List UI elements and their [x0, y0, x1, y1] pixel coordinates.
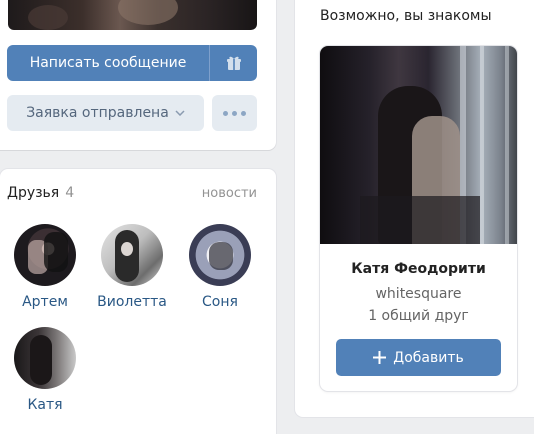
chevron-down-icon	[175, 110, 185, 116]
friends-heading[interactable]: Друзья 4	[7, 185, 74, 201]
gift-icon	[226, 56, 241, 70]
suggestions-title: Возможно, вы знакомы	[320, 8, 492, 24]
more-actions-button[interactable]	[212, 95, 257, 131]
friends-card: Друзья 4 новости Артем Виолетта Соня Катя	[0, 169, 276, 434]
friend-request-sent-button[interactable]: Заявка отправлена	[7, 95, 204, 131]
avatar	[14, 327, 76, 389]
avatar	[14, 224, 76, 286]
send-message-button[interactable]: Написать сообщение	[7, 45, 209, 81]
mutual-friends-count[interactable]: 1 общий друг	[320, 308, 517, 324]
suggested-friend-card: Катя Феодорити whitesquare 1 общий друг …	[320, 46, 517, 391]
avatar	[101, 224, 163, 286]
gift-button[interactable]	[209, 45, 257, 81]
friend-item[interactable]: Катя	[5, 327, 85, 413]
friends-news-link[interactable]: новости	[202, 186, 257, 201]
friend-name: Виолетта	[97, 294, 167, 310]
add-friend-label: Добавить	[393, 349, 464, 366]
friend-name: Артем	[22, 294, 68, 310]
more-dots-icon	[223, 110, 228, 116]
profile-photo[interactable]	[8, 0, 257, 30]
friend-name: Катя	[27, 397, 63, 413]
request-label: Заявка отправлена	[26, 105, 169, 121]
friends-title: Друзья	[7, 185, 60, 201]
suggested-friend-login: whitesquare	[375, 286, 462, 302]
avatar	[189, 224, 251, 286]
friends-count: 4	[65, 185, 75, 201]
add-friend-button[interactable]: Добавить	[336, 339, 501, 376]
suggested-friend-name[interactable]: Катя Феодорити	[320, 261, 517, 277]
friend-item[interactable]: Соня	[180, 224, 260, 310]
friend-name: Соня	[202, 294, 238, 310]
friend-item[interactable]: Артем	[5, 224, 85, 310]
plus-icon	[373, 351, 387, 364]
friend-item[interactable]: Виолетта	[92, 224, 172, 310]
suggested-friend-photo[interactable]	[320, 46, 517, 244]
